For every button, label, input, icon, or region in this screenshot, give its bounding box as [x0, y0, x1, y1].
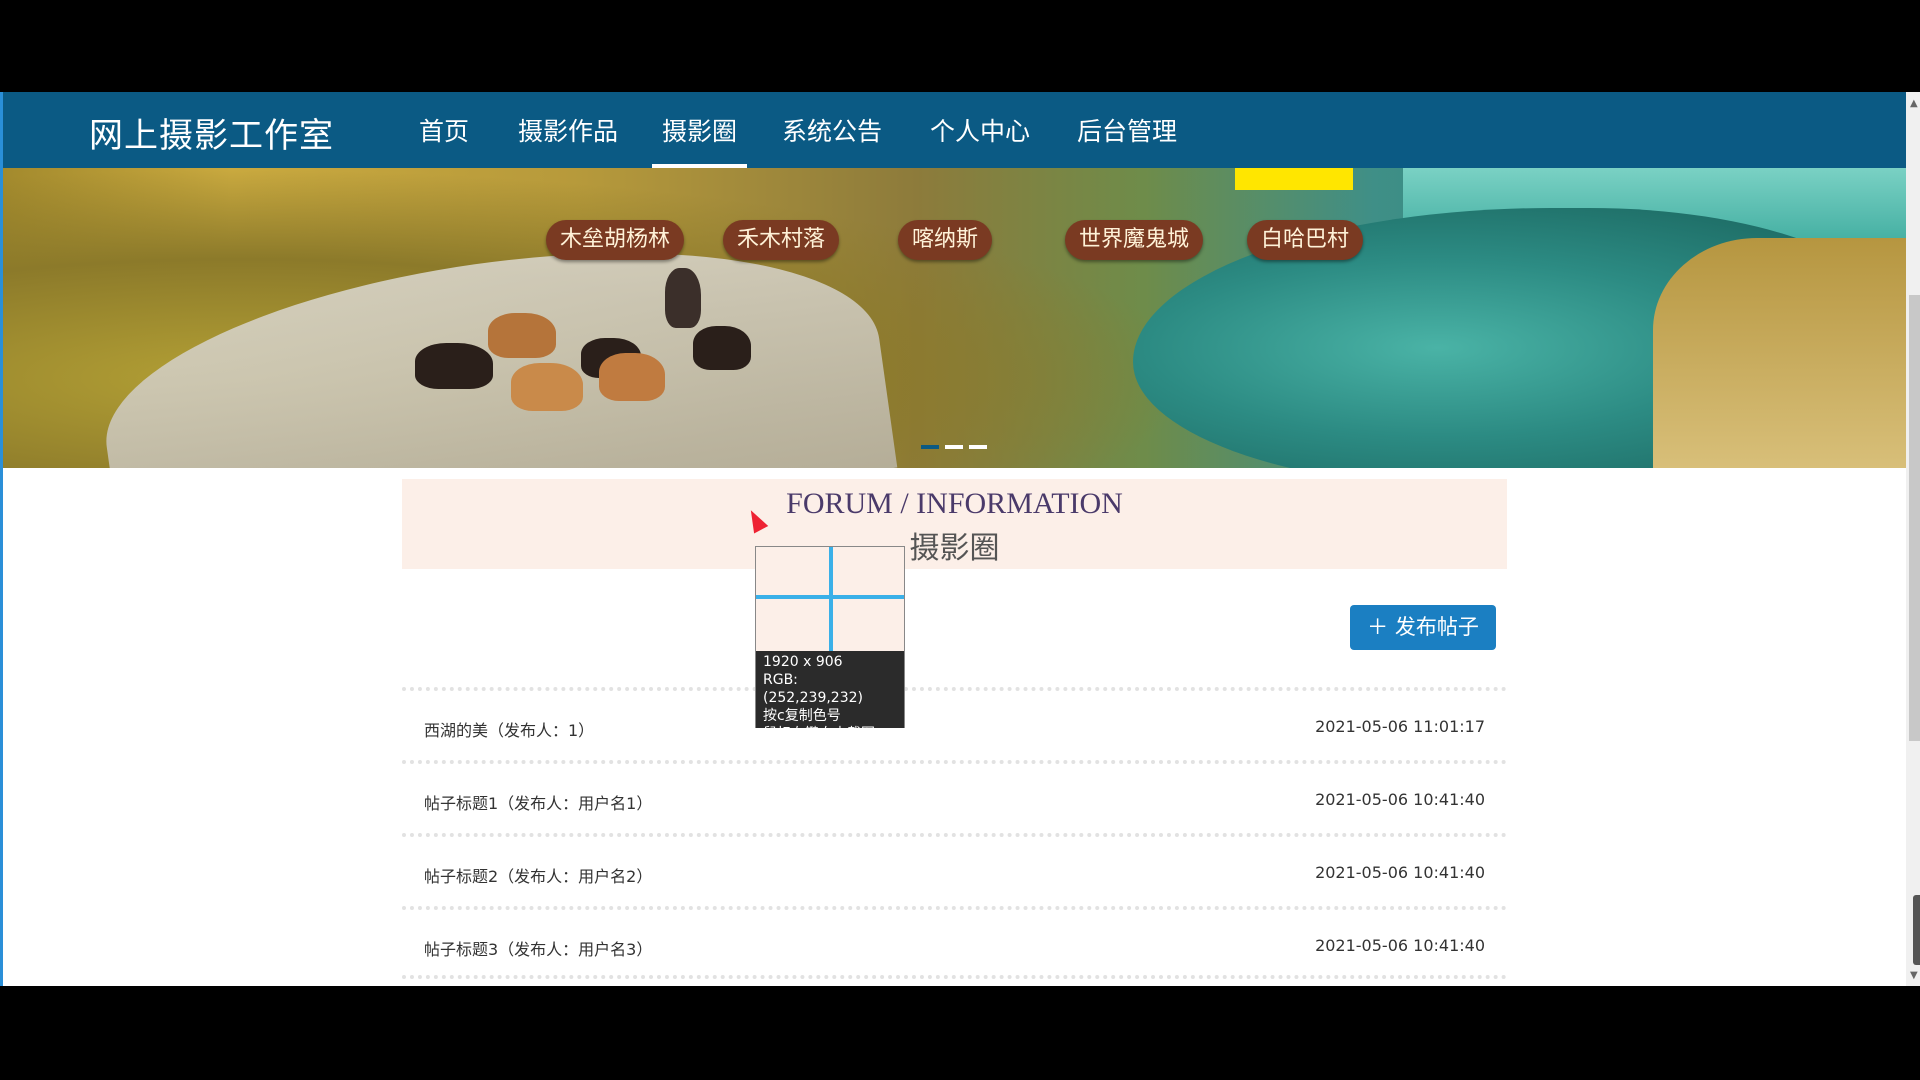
forum-title: FORUM / INFORMATION [786, 487, 1123, 520]
post-title[interactable]: 帖子标题3（发布人：用户名3） [424, 936, 652, 960]
list-item[interactable]: 帖子标题1（发布人：用户名1） 2021-05-06 10:41:40 [402, 760, 1507, 833]
carousel-dot-3[interactable] [969, 445, 987, 449]
nav-announcements[interactable]: 系统公告 [782, 112, 882, 148]
post-date: 2021-05-06 11:01:17 [1315, 717, 1485, 736]
picker-info: 1920 x 906 RGB:(252,239,232) 按c复制色号 鼠标右键… [756, 651, 904, 742]
banner-sign-5: 白哈巴村 [1247, 220, 1364, 260]
banner-sign-1: 木垒胡杨林 [546, 220, 685, 260]
color-picker-overlay: 1920 x 906 RGB:(252,239,232) 按c复制色号 鼠标右键… [755, 546, 905, 742]
banner-hills [1653, 238, 1906, 468]
nav-photo-works[interactable]: 摄影作品 [518, 112, 618, 148]
post-list: 西湖的美（发布人：1） 2021-05-06 11:01:17 帖子标题1（发布… [402, 687, 1507, 979]
crosshair-horizontal [756, 595, 904, 599]
picker-capture-hint: 鼠标右键自由截图 [763, 726, 875, 742]
browser-viewport: 网上摄影工作室 首页 摄影作品 摄影圈 系统公告 个人中心 后台管理 木垒胡杨林… [0, 92, 1920, 986]
nav-personal-center[interactable]: 个人中心 [930, 112, 1030, 148]
cow-1 [415, 343, 493, 389]
publish-post-button[interactable]: ＋ 发布帖子 [1350, 605, 1496, 650]
banner-sign-2: 禾木村落 [723, 220, 840, 260]
picker-copy-hint: 按c复制色号 [763, 708, 841, 724]
nav-photo-circle[interactable]: 摄影圈 [651, 112, 748, 168]
cow-6 [693, 326, 751, 370]
scroll-thumb[interactable] [1909, 295, 1920, 741]
cow-3 [511, 363, 583, 411]
banner-carousel[interactable]: 木垒胡杨林 禾木村落 喀纳斯 世界魔鬼城 白哈巴村 [3, 168, 1906, 468]
forum-subtitle: 摄影圈 [909, 532, 1000, 565]
banner-sign-3: 喀纳斯 [898, 220, 993, 260]
scroll-down-icon[interactable]: ▼ [1910, 970, 1918, 981]
post-date: 2021-05-06 10:41:40 [1315, 936, 1485, 955]
banner-yellow-block [1235, 168, 1353, 190]
side-panel-handle[interactable] [1913, 895, 1920, 965]
crosshair-vertical [829, 547, 833, 651]
carousel-dot-2[interactable] [945, 445, 963, 449]
carousel-indicators [921, 434, 993, 453]
picker-size: 1920 x 906 [763, 654, 843, 670]
page-scrollbar[interactable]: ▲ ▼ [1906, 92, 1920, 986]
post-title[interactable]: 帖子标题1（发布人：用户名1） [424, 790, 652, 814]
post-title[interactable]: 帖子标题2（发布人：用户名2） [424, 863, 652, 887]
picker-rgb: RGB:(252,239,232) [763, 672, 863, 706]
list-item[interactable]: 西湖的美（发布人：1） 2021-05-06 11:01:17 [402, 687, 1507, 760]
cow-5 [599, 353, 665, 401]
carousel-dot-1[interactable] [921, 445, 939, 449]
site-brand[interactable]: 网上摄影工作室 [89, 108, 334, 157]
nav-admin[interactable]: 后台管理 [1077, 112, 1177, 148]
top-navbar: 网上摄影工作室 首页 摄影作品 摄影圈 系统公告 个人中心 后台管理 [3, 92, 1906, 168]
list-item[interactable]: 帖子标题2（发布人：用户名2） 2021-05-06 10:41:40 [402, 833, 1507, 906]
cow-2 [488, 313, 556, 358]
forum-header: FORUM / INFORMATION 摄影圈 [402, 479, 1507, 569]
rider [665, 268, 701, 328]
scroll-up-icon[interactable]: ▲ [1910, 98, 1918, 109]
banner-sign-4: 世界魔鬼城 [1065, 220, 1204, 260]
post-date: 2021-05-06 10:41:40 [1315, 790, 1485, 809]
post-date: 2021-05-06 10:41:40 [1315, 863, 1485, 882]
list-item[interactable]: 帖子标题3（发布人：用户名3） 2021-05-06 10:41:40 [402, 906, 1507, 979]
post-title[interactable]: 西湖的美（发布人：1） [424, 717, 594, 741]
nav-home[interactable]: 首页 [419, 112, 469, 148]
